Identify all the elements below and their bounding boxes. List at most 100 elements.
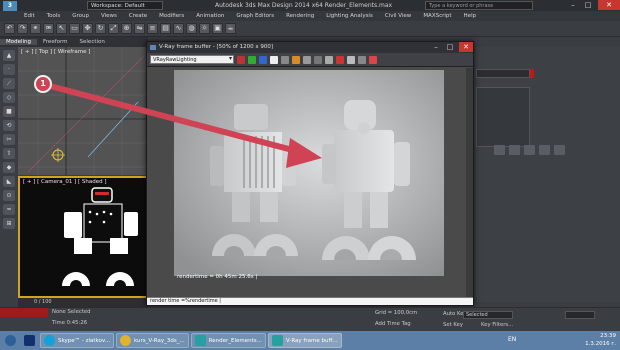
mirror-icon[interactable]: ⇋ [134,23,145,34]
object-name-field[interactable] [476,69,530,78]
help-search-input[interactable]: Type a keyword or phrase [425,1,533,10]
menu-lighting-analysis[interactable]: Lighting Analysis [320,13,379,19]
rotate-icon[interactable]: ↻ [95,23,106,34]
element-icon[interactable]: ■ [3,106,15,117]
tab-selection[interactable]: Selection [74,39,111,45]
system-clock[interactable]: 23:39 1.3.2016 г. [585,332,616,348]
vfb-minimize-icon[interactable]: – [429,42,443,52]
bevel-icon[interactable]: ◆ [3,162,15,173]
snap-icon[interactable]: ⊕ [121,23,132,34]
tab-modeling[interactable]: Modeling [0,39,38,45]
chamfer-icon[interactable]: ◣ [3,176,15,187]
object-color-swatch[interactable] [530,69,534,78]
add-time-tag[interactable]: Add Time Tag [375,321,411,327]
viewport-camera-label[interactable]: [ + ] [ Camera_01 ] [ Shaded ] [23,179,107,185]
border-icon[interactable]: ◇ [3,92,15,103]
blue-channel-icon[interactable] [259,55,267,64]
taskbar-item-3dsmax[interactable]: Render_Elements... [190,333,266,348]
vertex-icon[interactable]: · [3,64,15,75]
menu-civil-view[interactable]: Civil View [379,13,417,19]
load-image-icon[interactable] [303,55,311,64]
undo-icon[interactable]: ↶ [4,23,15,34]
menu-create[interactable]: Create [123,13,153,19]
menu-graph-editors[interactable]: Graph Editors [230,13,280,19]
configure-modifiers-icon[interactable] [554,145,565,155]
move-icon[interactable]: ✥ [82,23,93,34]
relax-icon[interactable]: ≈ [3,204,15,215]
menu-help[interactable]: Help [458,13,483,19]
polygon-icon[interactable]: ▲ [3,50,15,61]
swift-loop-icon[interactable]: ⟲ [3,120,15,131]
language-flag[interactable] [21,333,38,348]
key-filters-button[interactable]: Key Filters... [481,322,513,328]
menu-views[interactable]: Views [95,13,123,19]
set-key-button[interactable]: Set Key [443,322,463,328]
viewport-top-label[interactable]: [ + ] [ Top ] [ Wireframe ] [21,49,90,55]
menu-animation[interactable]: Animation [190,13,230,19]
frame-field[interactable] [565,311,595,319]
vfb-close-icon[interactable]: ✕ [459,42,473,52]
vfb-scrollbar[interactable] [466,68,473,300]
track-mouse-icon[interactable] [358,55,366,64]
region-render-icon[interactable] [347,55,355,64]
extrude-icon[interactable]: ⇧ [3,148,15,159]
cut-icon[interactable]: ✂ [3,134,15,145]
menu-modifiers[interactable]: Modifiers [153,13,190,19]
show-end-result-icon[interactable] [509,145,520,155]
vfb-stamp-input[interactable]: render time =%rendertime | [147,297,473,305]
redo-icon[interactable]: ↷ [17,23,28,34]
render-last-icon[interactable] [369,55,377,64]
weld-icon[interactable]: ⊙ [3,190,15,201]
align-icon[interactable]: ≡ [147,23,158,34]
viewport-top[interactable]: [ + ] [ Top ] [ Wireframe ] [18,47,148,175]
input-language[interactable]: EN [508,336,516,343]
minimize-icon[interactable]: – [566,0,580,10]
maxscript-listener[interactable] [0,308,48,317]
layers-icon[interactable]: ▤ [160,23,171,34]
make-unique-icon[interactable] [524,145,535,155]
menu-maxscript[interactable]: MAXScript [417,13,457,19]
scale-icon[interactable]: ⤢ [108,23,119,34]
render-icon[interactable]: ☕ [225,23,236,34]
rendered-frame-icon[interactable]: ▣ [212,23,223,34]
pin-stack-icon[interactable] [494,145,505,155]
close-icon[interactable]: ✕ [598,0,620,10]
menu-rendering[interactable]: Rendering [280,13,320,19]
alpha-channel-icon[interactable] [270,55,278,64]
stop-render-icon[interactable] [336,55,344,64]
taskbar-item-skype[interactable]: Skype™ - zlatkov... [40,333,114,348]
vray-frame-buffer-window[interactable]: V-Ray frame buffer - [50% of 1200 x 900]… [146,41,474,306]
menu-edit[interactable]: Edit [18,13,41,19]
link-icon[interactable]: ⚭ [30,23,41,34]
select-icon[interactable]: ↖ [56,23,67,34]
render-setup-icon[interactable]: ☼ [199,23,210,34]
vfb-maximize-icon[interactable]: □ [443,42,457,52]
workspace-select[interactable]: Workspace: Default [87,1,163,10]
channel-select[interactable]: VRayRawLighting [150,55,234,64]
red-channel-icon[interactable] [237,55,245,64]
select-region-icon[interactable]: ▭ [69,23,80,34]
unlink-icon[interactable]: ⚮ [43,23,54,34]
modifier-list[interactable] [476,87,530,147]
edge-icon[interactable]: ⟋ [3,78,15,89]
taskbar-item-vfb[interactable]: V-Ray frame buff... [267,333,342,348]
menu-tools[interactable]: Tools [41,13,67,19]
rendered-image[interactable] [174,70,444,276]
app-logo-icon[interactable]: 3 [3,0,17,11]
remove-modifier-icon[interactable] [539,145,550,155]
green-channel-icon[interactable] [248,55,256,64]
mono-icon[interactable] [281,55,289,64]
taskbar-item-chrome[interactable]: kurs_V-Ray_3ds_... [115,333,189,348]
save-image-icon[interactable] [292,55,300,64]
maximize-icon[interactable]: □ [581,0,595,10]
time-slider[interactable]: 0 / 100 [18,298,148,307]
key-mode-select[interactable]: Selected [463,311,513,319]
curve-editor-icon[interactable]: ∿ [173,23,184,34]
viewport-camera[interactable]: [ + ] [ Camera_01 ] [ Shaded ] [18,176,148,298]
tab-freeform[interactable]: Freeform [37,39,74,45]
start-button[interactable] [2,333,19,348]
clear-image-icon[interactable] [314,55,322,64]
menu-group[interactable]: Group [66,13,95,19]
duplicate-icon[interactable] [325,55,333,64]
connect-icon[interactable]: ⊞ [3,218,15,229]
